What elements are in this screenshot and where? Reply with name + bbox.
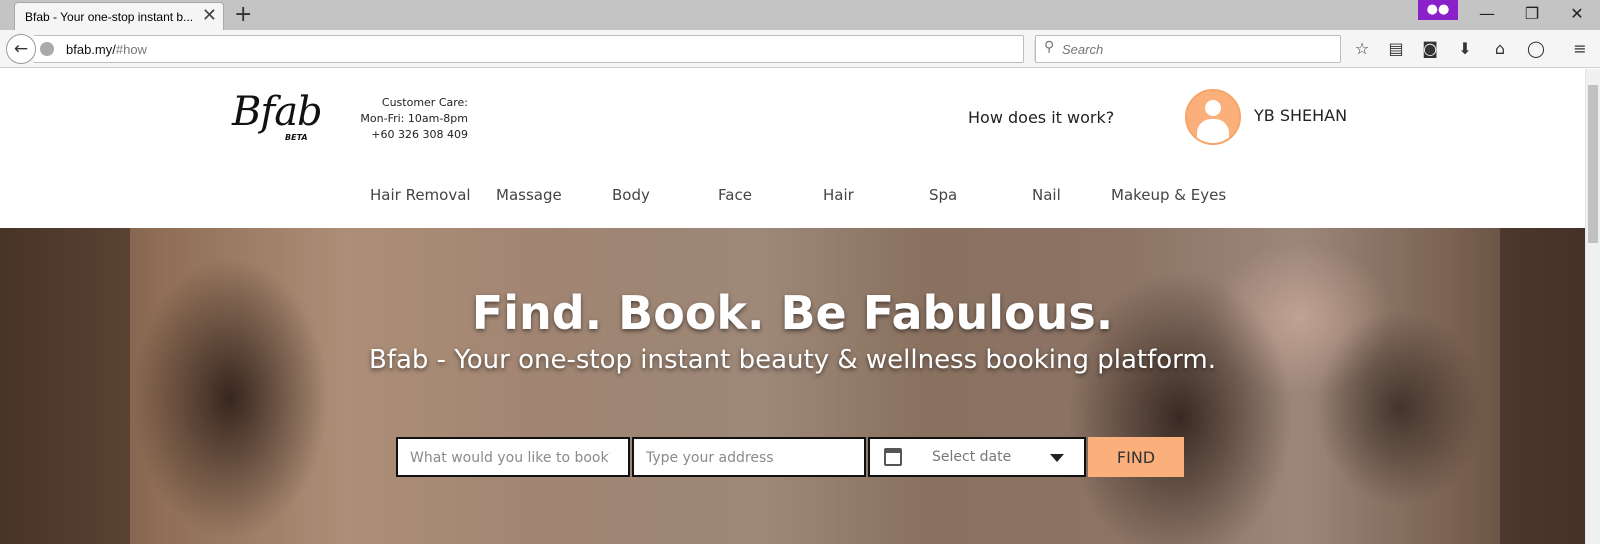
scrollbar-thumb[interactable] [1588, 85, 1598, 243]
hero-overlay [0, 228, 1585, 544]
tab-title: Bfab - Your one-stop instant b... [25, 10, 194, 24]
browser-search-box[interactable]: ⚲ [1035, 35, 1341, 63]
customer-care-label: Customer Care: [381, 96, 468, 109]
category-makeup-eyes[interactable]: Makeup & Eyes [1111, 186, 1226, 204]
bfab-logo[interactable]: Bfab [232, 89, 323, 135]
service-field[interactable] [396, 437, 630, 477]
user-name[interactable]: YB SHEHAN [1254, 106, 1347, 125]
globe-icon [40, 42, 54, 56]
category-nav: Hair Removal Massage Body Face Hair Spa … [0, 186, 1585, 210]
pocket-icon[interactable]: ◙ [1420, 39, 1440, 59]
date-select[interactable]: Select date [868, 437, 1086, 477]
category-face[interactable]: Face [718, 186, 752, 204]
how-it-works-link[interactable]: How does it work? [968, 108, 1114, 127]
category-massage[interactable]: Massage [496, 186, 562, 204]
home-icon[interactable]: ⌂ [1490, 39, 1510, 59]
close-tab-icon[interactable]: ✕ [202, 6, 217, 26]
hero-subline: Bfab - Your one-stop instant beauty & we… [368, 345, 1217, 375]
browser-nav-bar: bfab.my/#how ↻ ← ⚲ ☆ ▤ ◙ ⬇ ⌂ ◯ ≡ [0, 30, 1600, 68]
page-scrollbar[interactable] [1585, 69, 1600, 544]
address-bar[interactable]: bfab.my/#how ↻ [34, 35, 1056, 63]
customer-care-info: Customer Care: Mon-Fri: 10am-8pm +60 326… [330, 95, 468, 143]
url-domain: bfab.my/ [66, 42, 116, 57]
chat-icon[interactable]: ◯ [1526, 39, 1546, 59]
avatar-body [1197, 119, 1229, 143]
service-input[interactable] [410, 448, 610, 468]
category-nail[interactable]: Nail [1032, 186, 1061, 204]
menu-icon[interactable]: ≡ [1570, 39, 1590, 59]
category-body[interactable]: Body [612, 186, 650, 204]
close-window-icon[interactable]: ✕ [1562, 2, 1592, 26]
web-page: Bfab BETA Customer Care: Mon-Fri: 10am-8… [0, 69, 1585, 544]
url-text[interactable]: bfab.my/#how [66, 42, 147, 57]
hero-banner: Find. Book. Be Fabulous. Bfab - Your one… [0, 228, 1585, 544]
calendar-icon [884, 448, 902, 466]
hero-headline: Find. Book. Be Fabulous. [471, 286, 1114, 340]
category-hair-removal[interactable]: Hair Removal [370, 186, 471, 204]
browser-search-input[interactable] [1062, 40, 1332, 58]
bookmark-star-icon[interactable]: ☆ [1352, 39, 1372, 59]
restore-window-icon[interactable]: ❐ [1517, 2, 1547, 26]
reading-list-icon[interactable]: ▤ [1386, 39, 1406, 59]
browser-tab[interactable]: Bfab - Your one-stop instant b... ✕ [14, 2, 224, 30]
customer-care-phone: +60 326 308 409 [371, 128, 468, 141]
back-arrow-icon[interactable]: ← [6, 34, 36, 64]
url-path: #how [115, 42, 147, 57]
user-avatar-icon[interactable] [1185, 89, 1241, 145]
new-tab-icon[interactable]: + [234, 3, 252, 27]
category-spa[interactable]: Spa [929, 186, 957, 204]
download-icon[interactable]: ⬇ [1455, 39, 1475, 59]
chevron-down-icon [1050, 454, 1064, 462]
category-hair[interactable]: Hair [823, 186, 854, 204]
browser-tab-bar: Bfab - Your one-stop instant b... ✕ + ●●… [0, 0, 1600, 30]
address-input[interactable] [646, 448, 846, 468]
address-field[interactable] [632, 437, 866, 477]
find-button[interactable]: FIND [1088, 437, 1184, 477]
private-mask-icon: ●● [1418, 0, 1458, 20]
avatar-head [1205, 100, 1221, 116]
date-select-value: Select date [932, 449, 1012, 465]
customer-care-hours: Mon-Fri: 10am-8pm [360, 112, 468, 125]
beta-badge: BETA [285, 133, 308, 142]
search-icon: ⚲ [1044, 39, 1055, 55]
minimize-window-icon[interactable]: — [1472, 2, 1502, 26]
